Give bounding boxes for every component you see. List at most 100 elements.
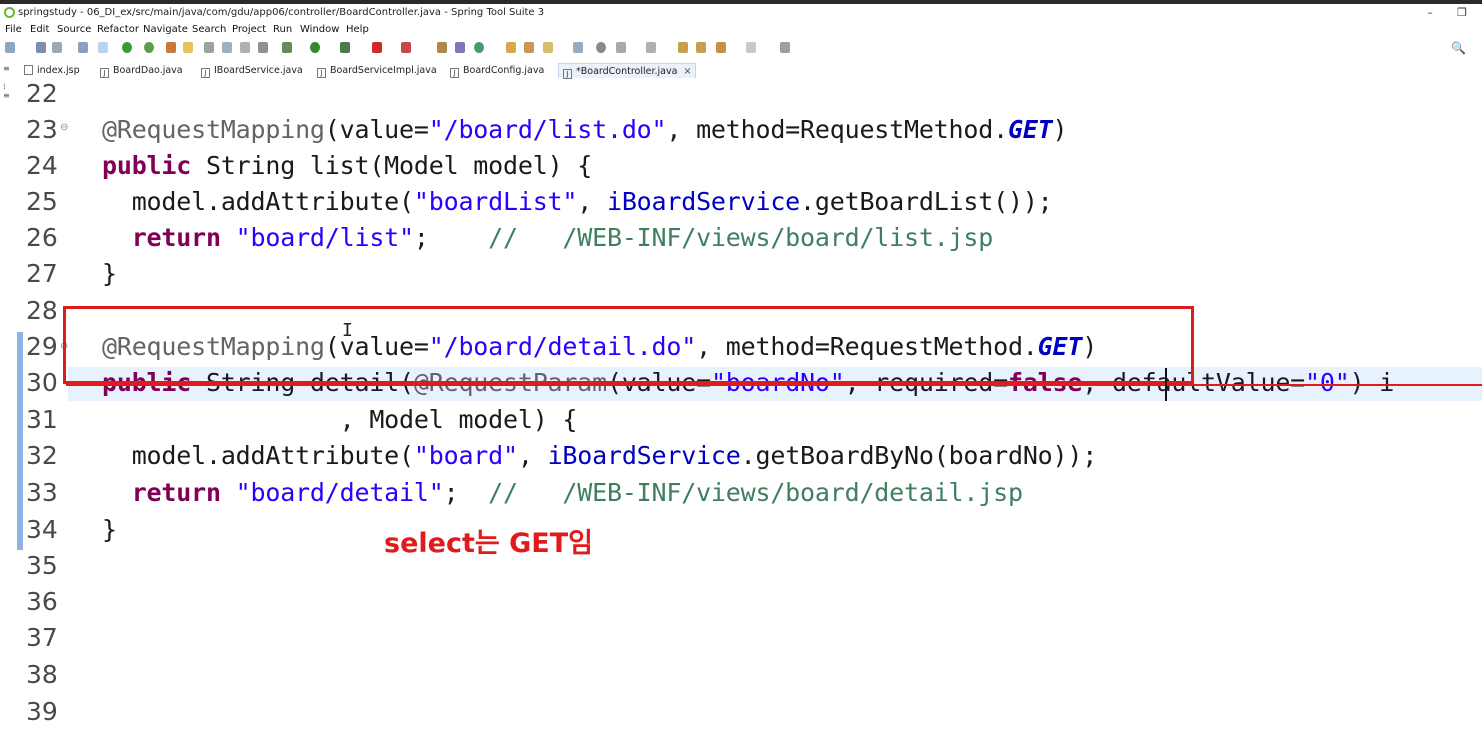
run-external-icon[interactable] (340, 42, 350, 53)
outline-icon[interactable]: ≡ (3, 64, 10, 73)
forward-nav-icon[interactable] (746, 42, 756, 53)
highlight-box-annotation (63, 306, 1194, 384)
debug-icon[interactable] (282, 42, 292, 53)
editor-tabs: index.jsp J BoardDao.java J IBoardService.… (0, 62, 1482, 79)
menu-window[interactable]: Window (300, 24, 339, 35)
restore-button[interactable]: ❐ (1448, 4, 1476, 22)
menu-navigate[interactable]: Navigate (143, 24, 188, 35)
stop-icon[interactable] (372, 42, 382, 53)
line-number: 36 (26, 587, 58, 616)
run-icon[interactable] (310, 42, 320, 53)
line-number: 23 (26, 115, 58, 144)
open-type-icon[interactable] (506, 42, 516, 53)
spring-boot-icon[interactable] (122, 42, 132, 53)
new-class-icon[interactable] (474, 42, 484, 53)
prev-annotation-icon[interactable] (646, 42, 656, 53)
strikethrough-annotation (66, 384, 1482, 386)
back-icon[interactable] (696, 42, 706, 53)
title-bar: springstudy - 06_DI_ex/src/main/java/com… (0, 4, 1482, 22)
tab-boardcontroller[interactable]: J *BoardController.java × (558, 63, 697, 79)
last-edit-icon[interactable] (678, 42, 688, 53)
open-perspective-icon[interactable] (573, 42, 583, 53)
new-icon[interactable] (5, 42, 15, 53)
next-annotation-icon[interactable] (616, 42, 626, 53)
mark-icon[interactable] (204, 42, 214, 53)
code-line-33: return "board/detail"; // /WEB-INF/views… (131, 478, 1023, 507)
fold-collapse-icon[interactable]: ⊖ (60, 122, 68, 133)
line-number: 25 (26, 187, 58, 216)
mouse-ibeam-cursor: I (342, 320, 353, 341)
menu-refactor[interactable]: Refactor (97, 24, 139, 35)
menu-help[interactable]: Help (346, 24, 369, 35)
save-all-icon[interactable] (52, 42, 62, 53)
menu-bar: File Edit Source Refactor Navigate Searc… (0, 22, 1482, 38)
tab-label: BoardServiceImpl.java (330, 65, 437, 76)
menu-edit[interactable]: Edit (30, 24, 49, 35)
menu-file[interactable]: File (5, 24, 22, 35)
menu-project[interactable]: Project (232, 24, 266, 35)
tab-label: *BoardController.java (576, 66, 678, 77)
java-file-icon: J (201, 68, 210, 78)
code-line-32: model.addAttribute("board", iBoardServic… (131, 441, 1098, 470)
pin-editor-icon[interactable] (780, 42, 790, 53)
menu-run[interactable]: Run (273, 24, 292, 35)
server-icon[interactable] (401, 42, 411, 53)
line-number: 32 (26, 441, 58, 470)
file-icon (24, 65, 33, 75)
line-number: 24 (26, 151, 58, 180)
code-line-34: } (102, 515, 117, 544)
tab-boarddao[interactable]: J BoardDao.java (100, 63, 183, 78)
refresh-icon[interactable] (144, 42, 154, 53)
menu-source[interactable]: Source (57, 24, 91, 35)
line-number: 37 (26, 623, 58, 652)
code-line-27: } (102, 259, 117, 288)
save-icon[interactable] (36, 42, 46, 53)
tab-label: index.jsp (37, 65, 80, 76)
tab-boardserviceimpl[interactable]: J BoardServiceImpl.java (317, 63, 437, 78)
open-task-icon[interactable] (524, 42, 534, 53)
line-number: 29 (26, 332, 58, 361)
code-line-31: , Model model) { (102, 405, 578, 434)
spring-tool-suite-icon (4, 7, 15, 18)
line-number: 31 (26, 405, 58, 434)
line-number: 39 (26, 697, 58, 726)
toolbar: 🔍 (0, 39, 1482, 59)
line-number: 26 (26, 223, 58, 252)
tab-boardconfig[interactable]: J BoardConfig.java (450, 63, 544, 78)
block-icon[interactable] (222, 42, 232, 53)
close-tab-icon[interactable]: × (683, 66, 691, 77)
java-file-icon: J (450, 68, 459, 78)
line-number: 35 (26, 551, 58, 580)
toggle-icon[interactable] (98, 42, 108, 53)
menu-search[interactable]: Search (192, 24, 226, 35)
highlight-icon[interactable] (183, 42, 193, 53)
code-line-23: @RequestMapping(value="/board/list.do", … (102, 115, 1068, 144)
forward-icon[interactable] (716, 42, 726, 53)
text-caret (1165, 368, 1167, 401)
code-line-26: return "board/list"; // /WEB-INF/views/b… (131, 223, 994, 252)
package-icon[interactable] (455, 42, 465, 53)
tab-label: BoardDao.java (113, 65, 183, 76)
console-icon[interactable] (78, 42, 88, 53)
code-line-25: model.addAttribute("boardList", iBoardSe… (131, 187, 1053, 216)
java-file-icon: J (100, 68, 109, 78)
line-number: 28 (26, 296, 58, 325)
annotation-nav-icon[interactable] (596, 42, 606, 53)
pin-icon[interactable] (166, 42, 176, 53)
line-number: 27 (26, 259, 58, 288)
window-title: springstudy - 06_DI_ex/src/main/java/com… (18, 7, 545, 18)
tab-label: BoardConfig.java (463, 65, 545, 76)
whitespace-icon[interactable] (240, 42, 250, 53)
tab-iboardservice[interactable]: J IBoardService.java (201, 63, 303, 78)
pilcrow-icon[interactable] (258, 42, 268, 53)
java-ee-icon[interactable] (437, 42, 447, 53)
code-editor[interactable]: 22 23 24 25 26 27 28 29 30 31 32 33 34 3… (0, 79, 1482, 729)
line-number: 30 (26, 368, 58, 397)
java-file-icon: J (317, 68, 326, 78)
search-tool-icon[interactable] (543, 42, 553, 53)
annotation-caption: select는 GET임 (384, 528, 593, 559)
change-marker-bar (17, 332, 23, 550)
search-icon[interactable]: 🔍 (1451, 41, 1466, 55)
minimize-button[interactable]: – (1416, 4, 1444, 22)
line-number: 38 (26, 660, 58, 689)
